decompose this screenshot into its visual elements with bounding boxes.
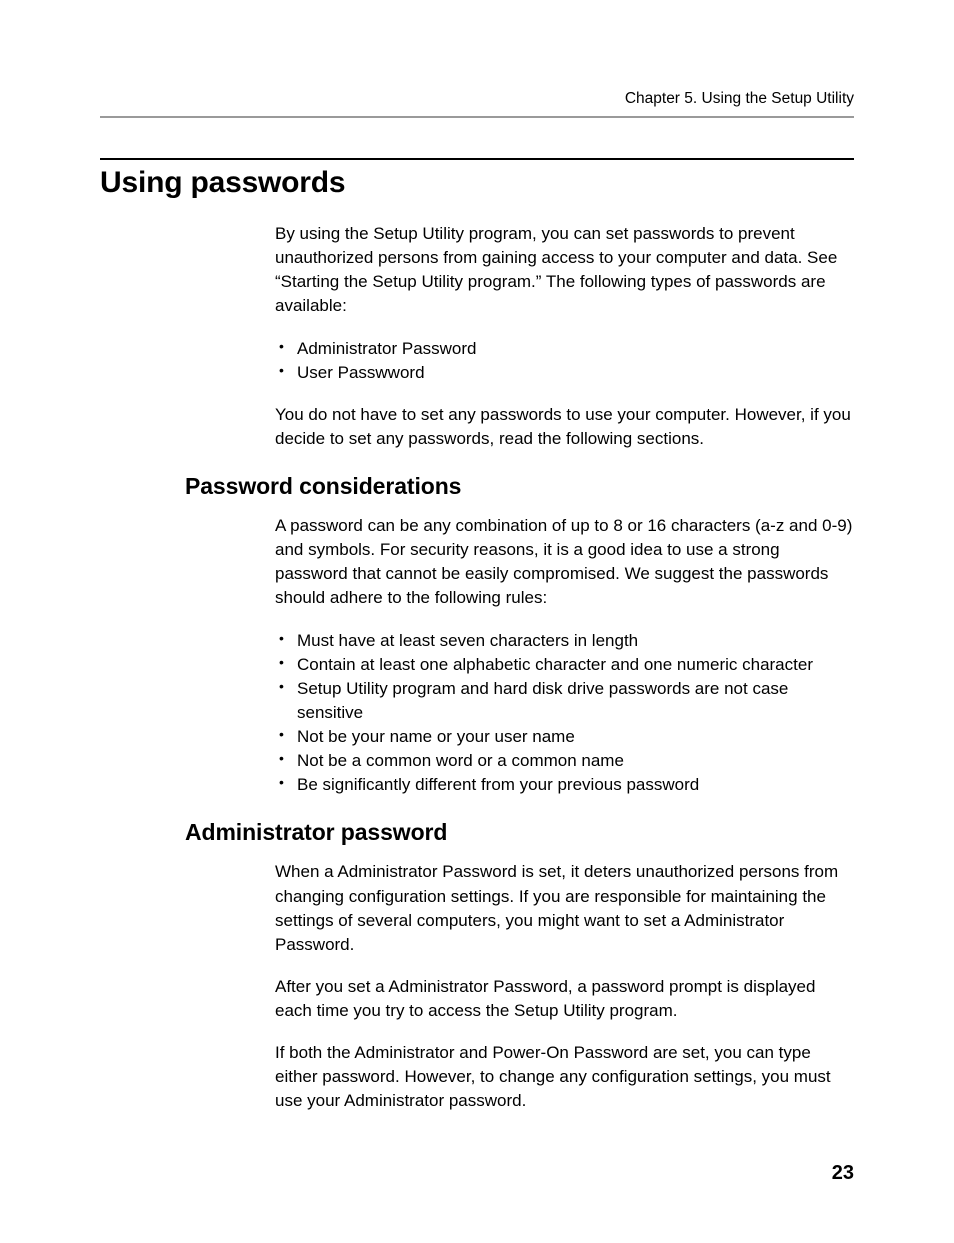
section-heading-considerations: Password considerations bbox=[185, 473, 854, 500]
admin-paragraph-1: When a Administrator Password is set, it… bbox=[275, 860, 854, 957]
list-item: Not be your name or your user name bbox=[275, 725, 854, 749]
page-number: 23 bbox=[832, 1162, 854, 1185]
list-item: Contain at least one alphabetic characte… bbox=[275, 653, 854, 677]
password-rules-list: Must have at least seven characters in l… bbox=[275, 629, 854, 798]
list-item: User Passwword bbox=[275, 361, 854, 385]
list-item: Administrator Password bbox=[275, 337, 854, 361]
intro-paragraph-2: You do not have to set any passwords to … bbox=[275, 403, 854, 451]
considerations-paragraph: A password can be any combination of up … bbox=[275, 514, 854, 611]
list-item: Setup Utility program and hard disk driv… bbox=[275, 677, 854, 725]
intro-paragraph-1: By using the Setup Utility program, you … bbox=[275, 222, 854, 319]
password-types-list: Administrator Password User Passwword bbox=[275, 337, 854, 385]
list-item: Not be a common word or a common name bbox=[275, 749, 854, 773]
list-item: Be significantly different from your pre… bbox=[275, 773, 854, 797]
page-title: Using passwords bbox=[100, 166, 854, 200]
running-header: Chapter 5. Using the Setup Utility bbox=[100, 90, 854, 108]
title-rule bbox=[100, 158, 854, 160]
admin-paragraph-2: After you set a Administrator Password, … bbox=[275, 975, 854, 1023]
admin-paragraph-3: If both the Administrator and Power-On P… bbox=[275, 1041, 854, 1113]
list-item: Must have at least seven characters in l… bbox=[275, 629, 854, 653]
section-heading-administrator: Administrator password bbox=[185, 819, 854, 846]
header-divider bbox=[100, 116, 854, 118]
